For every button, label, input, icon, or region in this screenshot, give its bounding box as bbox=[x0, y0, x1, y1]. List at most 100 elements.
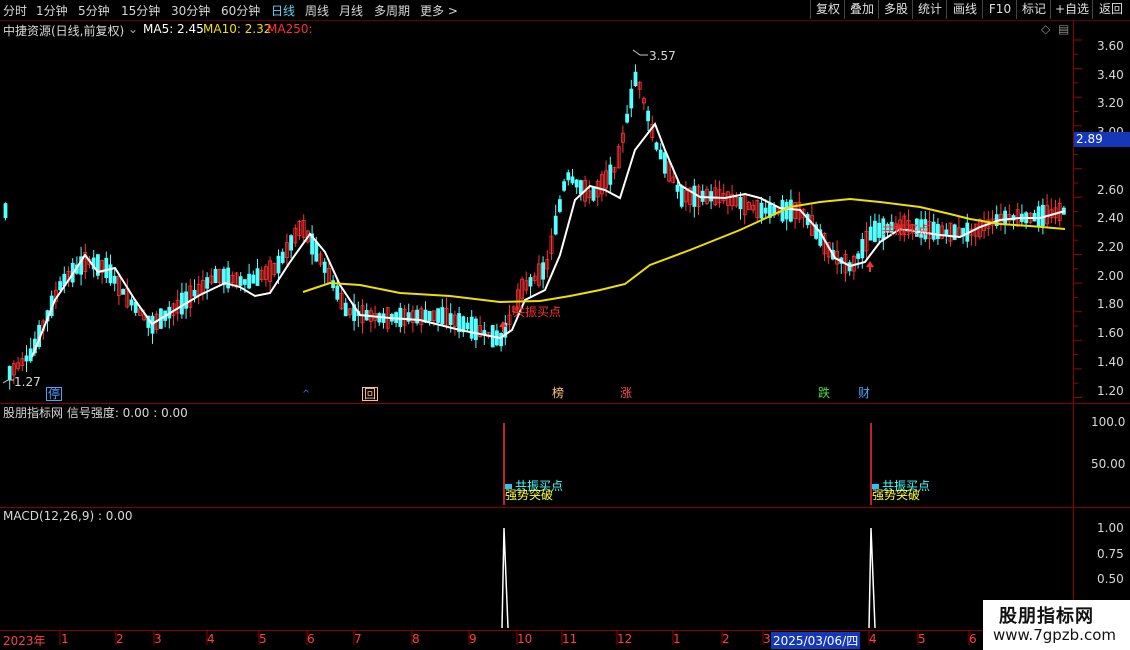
date-label: 2 bbox=[116, 632, 124, 646]
candle-body bbox=[931, 221, 936, 240]
candle-body bbox=[763, 207, 768, 214]
candle-body bbox=[654, 142, 659, 150]
candle-body bbox=[944, 229, 949, 235]
candle-body bbox=[276, 255, 281, 274]
candle-body bbox=[566, 172, 571, 181]
event-badge[interactable]: ^ bbox=[302, 389, 310, 400]
candle-body bbox=[856, 253, 860, 259]
candle-body bbox=[427, 310, 432, 321]
y-tick: 1.60 bbox=[1097, 326, 1124, 340]
date-label: 5 bbox=[259, 632, 267, 646]
ma10-line bbox=[302, 197, 1066, 304]
candle-body bbox=[238, 276, 243, 286]
candle-body bbox=[936, 223, 940, 240]
candle-body bbox=[558, 199, 562, 212]
candle-body bbox=[679, 185, 684, 207]
y-tick: 1.40 bbox=[1097, 355, 1124, 369]
y-tick: 0.50 bbox=[1097, 572, 1124, 586]
candle-body bbox=[1041, 204, 1045, 227]
date-cursor-label: 2025/03/06/四 bbox=[771, 632, 861, 649]
candle-body bbox=[868, 226, 873, 241]
candle-body bbox=[579, 180, 583, 195]
candle-body bbox=[789, 199, 793, 222]
candle-body bbox=[465, 322, 470, 330]
candle-body bbox=[280, 251, 285, 263]
event-badge[interactable]: 停 bbox=[46, 387, 63, 401]
panel2-title: 股朋指标网 信号强度: 0.00 : 0.00 bbox=[3, 406, 188, 420]
candle-body bbox=[873, 220, 877, 242]
y-tick: 1.20 bbox=[1097, 384, 1124, 398]
y-tick: 2.40 bbox=[1097, 211, 1124, 225]
watermark-title: 股朋指标网 bbox=[999, 606, 1094, 627]
event-badge[interactable]: 财 bbox=[857, 387, 871, 399]
candle-body bbox=[646, 110, 650, 122]
date-label: 1 bbox=[61, 632, 69, 646]
candle-body bbox=[570, 176, 575, 184]
candle-body bbox=[213, 268, 218, 284]
event-badge[interactable]: 榜 bbox=[551, 387, 565, 399]
current-price-tag: 2.89 bbox=[1074, 132, 1130, 147]
stock-title: 中捷资源(日线,前复权) bbox=[3, 24, 125, 38]
candle-body bbox=[121, 288, 125, 295]
candle-body bbox=[473, 318, 478, 341]
candle-body bbox=[759, 202, 764, 219]
y-tick: 1.00 bbox=[1097, 521, 1124, 535]
candle-body bbox=[709, 191, 713, 202]
collapse-icon[interactable]: ⌄ bbox=[128, 22, 138, 36]
date-label: 12 bbox=[617, 632, 633, 646]
y-tick: 0.75 bbox=[1097, 547, 1124, 561]
candle-body bbox=[784, 201, 789, 220]
menu-icon[interactable]: ▤ bbox=[1058, 22, 1069, 36]
candle-body bbox=[658, 149, 663, 160]
candle-body bbox=[58, 281, 62, 291]
site-watermark: 股朋指标网 www.7gpzb.com bbox=[983, 600, 1130, 650]
date-label: 6 bbox=[307, 632, 315, 646]
y-tick: 50.00 bbox=[1091, 457, 1126, 471]
candle-body bbox=[663, 152, 667, 174]
event-badge[interactable]: 回 bbox=[362, 387, 379, 401]
date-label: 11 bbox=[562, 632, 578, 646]
y-tick: 100.0 bbox=[1091, 415, 1126, 429]
candle-body bbox=[242, 279, 247, 285]
high-price-label: 3.57 bbox=[649, 49, 676, 63]
date-label: 7 bbox=[354, 632, 362, 646]
candle-body bbox=[108, 264, 113, 284]
chart-canvas bbox=[0, 20, 1130, 645]
candle-body bbox=[322, 261, 327, 273]
watermark-url: www.7gpzb.com bbox=[993, 626, 1116, 644]
y-tick: 2.00 bbox=[1097, 269, 1124, 283]
high-marker bbox=[632, 49, 648, 56]
date-label: 8 bbox=[412, 632, 420, 646]
low-marker bbox=[2, 379, 14, 384]
candle-body bbox=[398, 307, 403, 327]
ma10-label: MA10: 2.32 bbox=[203, 22, 272, 36]
candle-body bbox=[129, 299, 134, 306]
candle-body bbox=[24, 355, 29, 362]
buy-arrow-icon bbox=[866, 261, 874, 272]
y-tick: 2.60 bbox=[1097, 183, 1124, 197]
candle-body bbox=[415, 309, 420, 324]
candle-body bbox=[335, 285, 340, 300]
event-badge[interactable]: 跌 bbox=[817, 387, 831, 399]
candle-body bbox=[343, 302, 348, 317]
candle-body bbox=[629, 88, 634, 109]
candle-body bbox=[28, 348, 33, 362]
macd-spike bbox=[501, 527, 509, 629]
diamond-icon[interactable]: ◇ bbox=[1041, 22, 1050, 36]
date-label: 5 bbox=[918, 632, 926, 646]
candle-body bbox=[591, 187, 596, 201]
signal-text: 共振买点 bbox=[882, 223, 931, 237]
candle-body bbox=[289, 235, 294, 251]
date-label: 3 bbox=[154, 632, 162, 646]
signal-label: 强势突破 bbox=[872, 488, 921, 502]
ma250-label: MA250: bbox=[267, 22, 313, 36]
panel3-title: MACD(12,26,9) : 0.00 bbox=[3, 509, 133, 523]
candle-body bbox=[112, 275, 117, 284]
y-tick: 1.80 bbox=[1097, 297, 1124, 311]
date-label: 1 bbox=[673, 632, 681, 646]
ma5-line bbox=[31, 121, 1066, 358]
y-tick: 3.60 bbox=[1097, 39, 1124, 53]
candle-body bbox=[448, 313, 453, 325]
event-badge[interactable]: 涨 bbox=[619, 387, 633, 399]
candle-body bbox=[205, 277, 210, 289]
